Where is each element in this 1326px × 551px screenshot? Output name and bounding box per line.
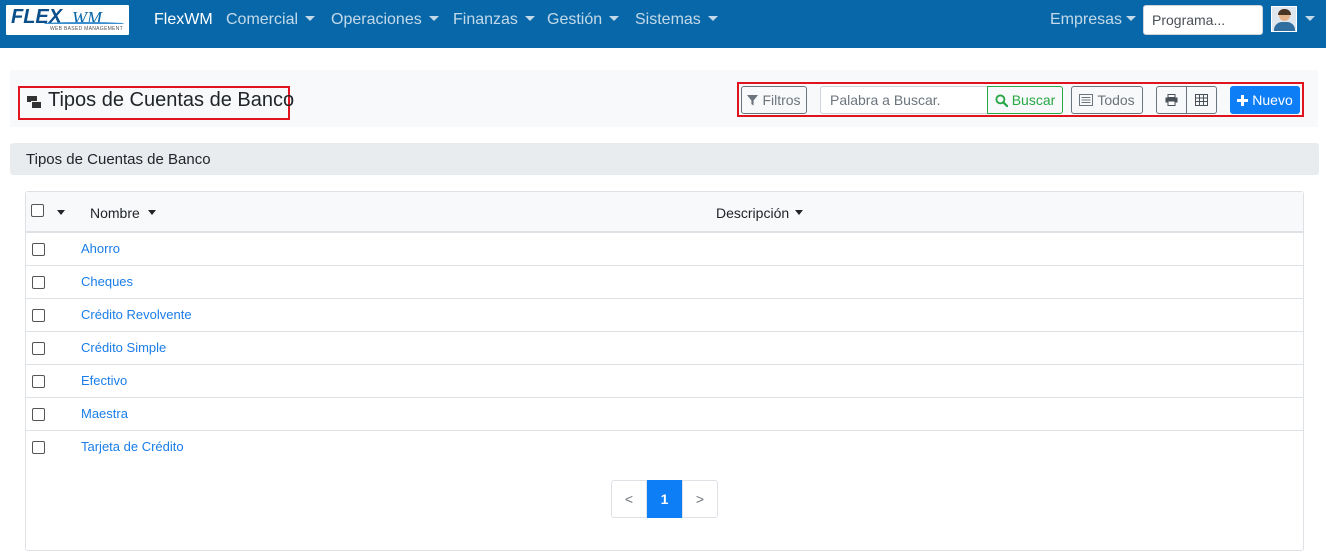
- logo-tagline: WEB BASED MANAGEMENT: [50, 26, 123, 32]
- filters-button[interactable]: Filtros: [741, 86, 807, 114]
- row-checkbox[interactable]: [32, 375, 45, 388]
- show-all-button[interactable]: Todos: [1071, 86, 1143, 114]
- print-icon: [1165, 94, 1178, 106]
- select-all-checkbox[interactable]: [31, 204, 44, 217]
- export-table-button[interactable]: [1186, 86, 1217, 114]
- row-checkbox[interactable]: [32, 276, 45, 289]
- row-link-nombre[interactable]: Efectivo: [81, 373, 127, 388]
- row-checkbox[interactable]: [32, 408, 45, 421]
- table-row: Maestra: [26, 398, 1303, 431]
- chevron-down-icon: [524, 16, 535, 21]
- column-header-nombre[interactable]: Nombre: [90, 205, 140, 221]
- nav-brand[interactable]: FlexWM: [154, 11, 213, 29]
- column-header-descripcion[interactable]: Descripción: [716, 205, 789, 221]
- menu-finanzas[interactable]: Finanzas: [453, 11, 535, 29]
- table-row: Cheques: [26, 266, 1303, 299]
- pagination: < 1 >: [611, 480, 718, 518]
- table-row: Crédito Revolvente: [26, 299, 1303, 332]
- filter-icon: [747, 94, 759, 106]
- chevron-down-icon: [609, 16, 620, 21]
- row-link-nombre[interactable]: Ahorro: [81, 241, 120, 256]
- show-all-label: Todos: [1097, 92, 1135, 108]
- logo-swoosh: [44, 22, 124, 25]
- search-label: Buscar: [1011, 92, 1056, 108]
- menu-comercial-label: Comercial: [226, 11, 299, 28]
- column-nombre-label: Nombre: [90, 205, 140, 221]
- section-title: Tipos de Cuentas de Banco: [26, 151, 211, 168]
- print-button[interactable]: [1156, 86, 1187, 114]
- account-types-icon: [27, 96, 41, 108]
- bulk-actions-chevron-icon[interactable]: [57, 210, 65, 215]
- chevron-down-icon: [428, 16, 439, 21]
- flexwm-logo[interactable]: FLEX WM WEB BASED MANAGEMENT: [6, 5, 129, 35]
- sort-descripcion-chevron-icon[interactable]: [795, 210, 803, 215]
- search-button[interactable]: Buscar: [987, 86, 1063, 114]
- table-row: Tarjeta de Crédito: [26, 431, 1303, 464]
- user-menu-chevron-icon[interactable]: [1305, 16, 1315, 21]
- row-checkbox[interactable]: [32, 243, 45, 256]
- next-page-button[interactable]: >: [682, 480, 718, 518]
- menu-sistemas[interactable]: Sistemas: [635, 11, 718, 29]
- table-row: Efectivo: [26, 365, 1303, 398]
- menu-operaciones-label: Operaciones: [331, 11, 422, 28]
- chevron-down-icon: [1126, 16, 1137, 21]
- row-checkbox[interactable]: [32, 342, 45, 355]
- top-navbar: FLEX WM WEB BASED MANAGEMENT FlexWM Come…: [0, 0, 1326, 48]
- avatar-hair: [1278, 9, 1291, 15]
- menu-operaciones[interactable]: Operaciones: [331, 11, 439, 29]
- menu-gestion[interactable]: Gestión: [547, 11, 620, 29]
- plus-icon: [1237, 94, 1249, 106]
- column-descripcion-label: Descripción: [716, 205, 790, 221]
- user-avatar[interactable]: [1271, 6, 1297, 32]
- program-search-input[interactable]: [1143, 5, 1263, 35]
- row-checkbox[interactable]: [32, 309, 45, 322]
- page-title: Tipos de Cuentas de Banco: [48, 89, 295, 111]
- row-link-nombre[interactable]: Maestra: [81, 406, 128, 421]
- menu-empresas[interactable]: Empresas: [1050, 11, 1137, 29]
- search-icon: [995, 93, 1008, 107]
- avatar-body: [1274, 22, 1295, 31]
- chevron-down-icon: [305, 16, 316, 21]
- menu-finanzas-label: Finanzas: [453, 11, 518, 28]
- sort-nombre-chevron-icon[interactable]: [148, 210, 156, 215]
- new-label: Nuevo: [1252, 92, 1293, 108]
- menu-empresas-label: Empresas: [1050, 11, 1123, 28]
- row-checkbox[interactable]: [32, 441, 45, 454]
- filters-label: Filtros: [762, 92, 801, 108]
- table-icon: [1195, 94, 1208, 106]
- table-row: Crédito Simple: [26, 332, 1303, 365]
- menu-comercial[interactable]: Comercial: [226, 11, 316, 29]
- page-1-button[interactable]: 1: [647, 480, 682, 518]
- previous-page-button[interactable]: <: [611, 480, 647, 518]
- table-header: Nombre Descripción: [26, 192, 1303, 233]
- menu-gestion-label: Gestión: [547, 11, 603, 28]
- chevron-down-icon: [707, 16, 718, 21]
- row-link-nombre[interactable]: Cheques: [81, 274, 133, 289]
- row-link-nombre[interactable]: Crédito Simple: [81, 340, 166, 355]
- table-row: Ahorro: [26, 233, 1303, 266]
- row-link-nombre[interactable]: Crédito Revolvente: [81, 307, 192, 322]
- menu-sistemas-label: Sistemas: [635, 11, 701, 28]
- new-button[interactable]: Nuevo: [1230, 86, 1300, 114]
- keyword-search-input[interactable]: [820, 86, 988, 114]
- list-icon: [1079, 94, 1094, 106]
- row-link-nombre[interactable]: Tarjeta de Crédito: [81, 439, 184, 454]
